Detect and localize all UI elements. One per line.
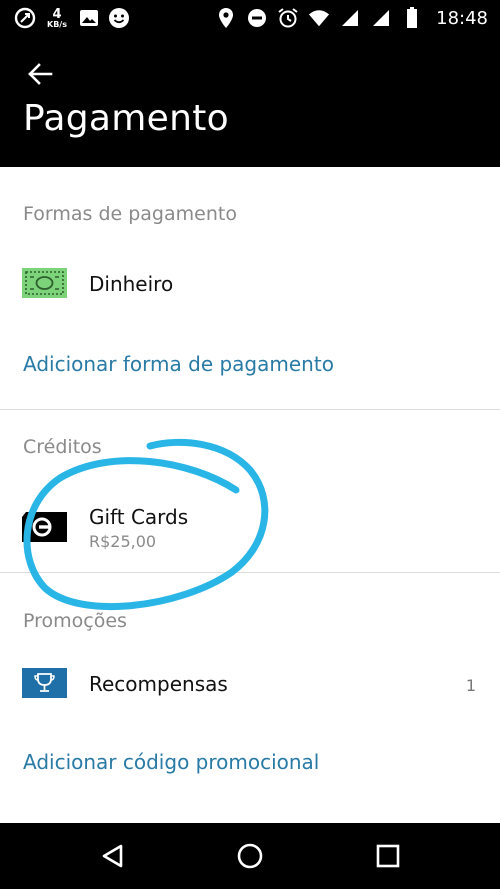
add-payment-method-link[interactable]: Adicionar forma de pagamento	[23, 352, 334, 376]
page-title: Pagamento	[23, 98, 229, 139]
section-label-payment-methods: Formas de pagamento	[23, 203, 237, 225]
data-saver-icon	[14, 7, 36, 29]
location-icon	[215, 7, 237, 29]
navigation-bar	[0, 823, 500, 889]
status-bar-time: 18:48	[436, 7, 488, 29]
back-triangle-icon	[102, 844, 123, 868]
app-header: Pagamento	[0, 36, 500, 167]
network-speed-unit: KB/s	[47, 19, 67, 29]
image-icon	[78, 7, 100, 29]
divider	[0, 409, 500, 410]
emoji-icon	[108, 7, 130, 29]
alarm-icon	[277, 7, 299, 29]
gift-cards-label: Gift Cards	[89, 505, 189, 529]
trophy-icon	[22, 668, 67, 698]
gift-cards-balance: R$25,00	[89, 532, 157, 551]
back-nav-button[interactable]	[97, 841, 127, 871]
rewards-count: 1	[465, 676, 476, 695]
back-arrow-icon	[28, 63, 53, 85]
status-bar: 4 KB/s 18:48	[0, 0, 500, 36]
signal-icon	[339, 7, 361, 29]
rewards-label: Recompensas	[89, 672, 228, 696]
recents-square-icon	[376, 844, 400, 868]
home-nav-button[interactable]	[235, 841, 265, 871]
network-speed: 4 KB/s	[44, 8, 70, 29]
do-not-disturb-icon	[246, 7, 268, 29]
cash-icon	[22, 268, 67, 298]
add-promo-code-link[interactable]: Adicionar código promocional	[23, 750, 319, 774]
divider	[0, 572, 500, 573]
status-bar-right: 18:48	[215, 4, 488, 32]
recents-nav-button[interactable]	[373, 841, 403, 871]
section-label-promotions: Promoções	[23, 610, 127, 632]
network-speed-value: 4	[52, 6, 62, 22]
back-button[interactable]	[24, 58, 56, 90]
status-bar-left: 4 KB/s	[14, 4, 130, 32]
uber-gift-card-icon	[22, 512, 67, 542]
payment-method-label: Dinheiro	[89, 272, 174, 296]
section-label-credits: Créditos	[23, 436, 102, 458]
signal-icon	[370, 7, 392, 29]
home-circle-icon	[237, 843, 263, 869]
battery-icon	[401, 7, 423, 29]
wifi-icon	[308, 7, 330, 29]
